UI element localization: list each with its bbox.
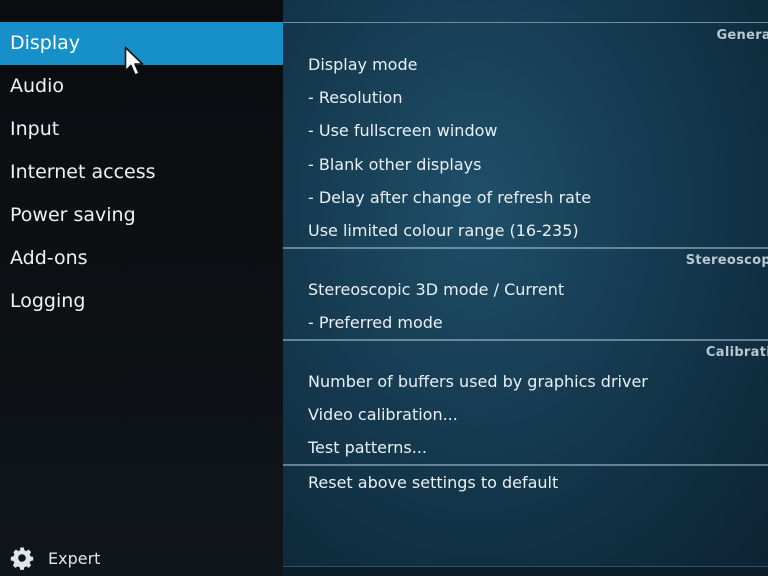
expert-label: Expert xyxy=(48,548,101,568)
settings-screen: Display Audio Input Internet access Powe… xyxy=(0,0,768,576)
sidebar-item-power-saving[interactable]: Power saving xyxy=(0,194,283,237)
sidebar-item-logging[interactable]: Logging xyxy=(0,280,283,323)
setting-use-fullscreen-window[interactable]: - Use fullscreen window xyxy=(308,114,497,147)
setting-video-calibration[interactable]: Video calibration... xyxy=(308,398,458,431)
section-header-stereoscopic: Stereoscop xyxy=(685,253,768,268)
setting-delay-refresh-rate[interactable]: - Delay after change of refresh rate xyxy=(308,181,591,214)
section-header-calibration: Calibrati xyxy=(705,345,768,360)
section-header-general: Genera xyxy=(716,28,768,43)
section-divider xyxy=(283,247,768,249)
bottom-info-bar xyxy=(283,566,768,576)
expert-level-toggle[interactable]: Expert xyxy=(10,544,100,572)
setting-limited-colour-range[interactable]: Use limited colour range (16-235) xyxy=(308,214,579,247)
setting-preferred-mode[interactable]: - Preferred mode xyxy=(308,306,443,339)
section-divider xyxy=(283,339,768,341)
top-divider xyxy=(283,22,768,23)
gear-icon xyxy=(10,546,34,570)
settings-panel: Genera Display mode - Resolution - Use f… xyxy=(283,0,768,576)
sidebar: Display Audio Input Internet access Powe… xyxy=(0,0,283,576)
sidebar-item-internet-access[interactable]: Internet access xyxy=(0,151,283,194)
sidebar-item-input[interactable]: Input xyxy=(0,108,283,151)
setting-display-mode[interactable]: Display mode xyxy=(308,48,417,81)
setting-graphics-buffers[interactable]: Number of buffers used by graphics drive… xyxy=(308,365,648,398)
setting-test-patterns[interactable]: Test patterns... xyxy=(308,431,427,464)
sidebar-item-add-ons[interactable]: Add-ons xyxy=(0,237,283,280)
reset-settings-button[interactable]: Reset above settings to default xyxy=(308,466,558,499)
setting-stereoscopic-3d-mode[interactable]: Stereoscopic 3D mode / Current xyxy=(308,273,564,306)
mouse-pointer-icon xyxy=(124,46,146,82)
setting-blank-other-displays[interactable]: - Blank other displays xyxy=(308,148,481,181)
setting-resolution[interactable]: - Resolution xyxy=(308,81,402,114)
